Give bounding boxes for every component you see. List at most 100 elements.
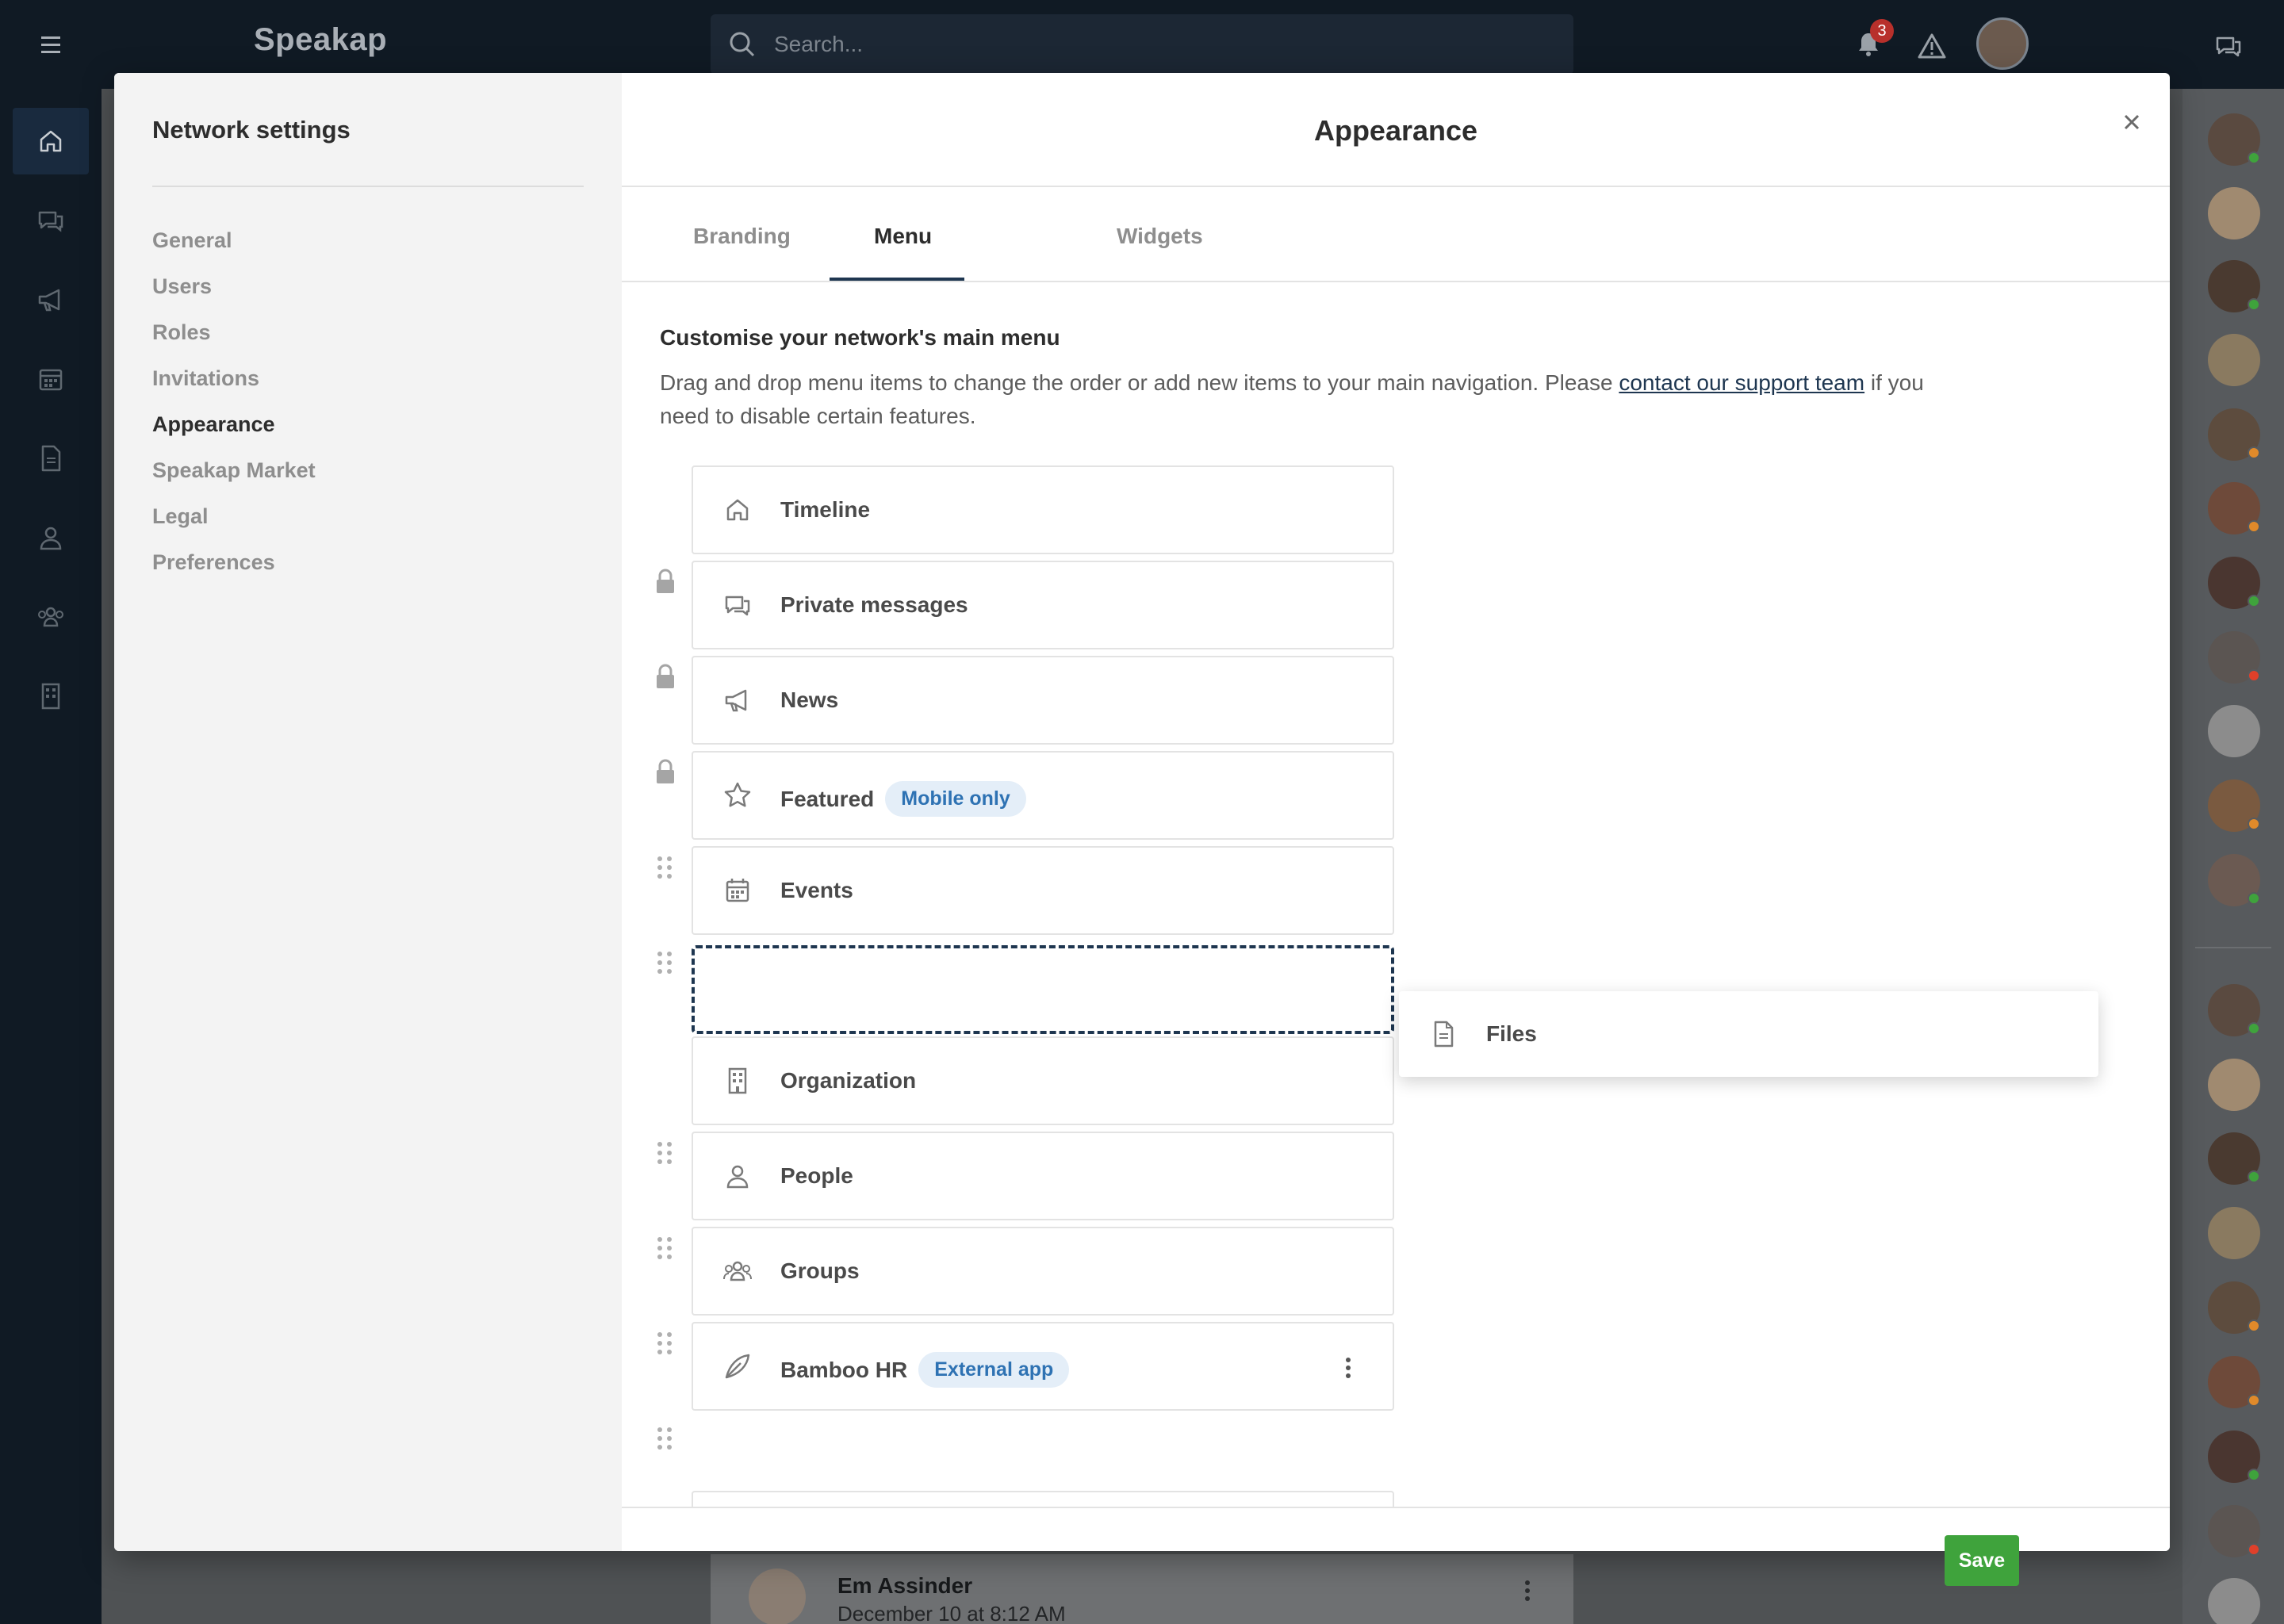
tab-branding[interactable]: Branding [693,224,791,249]
nav-item-appearance[interactable]: Appearance [152,412,275,437]
nav-item-speakap-market[interactable]: Speakap Market [152,458,316,483]
menu-item-label: News [780,688,839,712]
tab-widgets[interactable]: Widgets [1117,224,1203,249]
menu-item-events[interactable]: Events [692,846,1394,935]
lock-icon [653,758,677,787]
app-logo[interactable]: Speakap [254,22,387,58]
drop-placeholder[interactable] [692,945,1394,1034]
presence-status-dot [2248,1469,2260,1481]
close-icon[interactable] [2113,103,2151,141]
post-author-name[interactable]: Em Assinder [837,1573,972,1599]
section-description: Drag and drop menu items to change the o… [660,366,1960,433]
nav-item-general[interactable]: General [152,228,232,253]
person-icon [722,1160,753,1192]
menu-item-bamboo-hr[interactable]: Bamboo HR External app [692,1322,1394,1411]
chat-icon[interactable] [2213,30,2244,62]
drag-handle-icon[interactable] [653,1234,676,1262]
settings-content: Appearance Branding Menu Widgets Customi… [622,73,2170,1551]
messages-icon[interactable] [35,205,67,236]
post-author-avatar[interactable] [749,1568,806,1624]
chat-icon [722,589,753,621]
drag-handle-icon[interactable] [653,853,676,882]
presence-status-dot [2248,1394,2260,1407]
presence-status-dot [2248,1543,2260,1556]
group-icon[interactable] [35,601,67,633]
section-heading: Customise your network's main menu [660,325,1060,350]
menu-item-label: Private messages [780,592,968,617]
presence-status-dot [2248,446,2260,459]
menu-item-partial [692,1491,1394,1507]
menu-item-label-wrap: Bamboo HR External app [780,1352,1070,1389]
presence-status-dot [2248,151,2260,164]
nav-item-users[interactable]: Users [152,274,212,299]
menu-item-people[interactable]: People [692,1132,1394,1220]
tab-menu[interactable]: Menu [874,224,932,249]
mobile-only-badge: Mobile only [885,781,1026,817]
contact-avatar[interactable] [2208,1059,2260,1111]
presence-status-dot [2248,669,2260,682]
nav-item-legal[interactable]: Legal [152,504,209,529]
presence-status-dot [2248,595,2260,607]
notification-count-badge: 3 [1870,19,1894,43]
contact-avatar[interactable] [2208,1207,2260,1259]
building-icon[interactable] [35,680,67,712]
menu-item-timeline[interactable]: Timeline [692,465,1394,554]
user-avatar[interactable] [1976,17,2029,70]
sidebar-title: Network settings [152,116,351,144]
dragging-menu-item-files[interactable]: Files [1399,991,2098,1077]
calendar-icon[interactable] [35,363,67,395]
menu-item-groups[interactable]: Groups [692,1227,1394,1316]
drag-handle-icon[interactable] [653,1139,676,1167]
nav-item-invitations[interactable]: Invitations [152,366,259,391]
presence-status-dot [2248,1022,2260,1035]
contact-avatar[interactable] [2208,334,2260,386]
presence-status-dot [2248,1170,2260,1183]
home-icon [722,494,753,526]
menu-item-featured[interactable]: Featured Mobile only [692,751,1394,840]
contact-avatar[interactable] [2208,1578,2260,1624]
sidebar-divider [152,186,584,187]
modal-footer [622,1508,2170,1551]
drag-handle-icon[interactable] [653,1329,676,1358]
menu-item-label: Files [1486,1021,1537,1046]
drag-handle-icon[interactable] [653,948,676,977]
presence-status-dot [2248,520,2260,533]
star-icon [722,779,753,811]
contact-avatar[interactable] [2208,705,2260,757]
menu-item-news[interactable]: News [692,656,1394,745]
menu-item-label: Timeline [780,497,871,522]
drag-handle-icon[interactable] [653,1424,676,1453]
nav-item-roles[interactable]: Roles [152,320,211,345]
file-icon [1428,1018,1459,1050]
post-date: December 10 at 8:12 AM [837,1602,1066,1624]
person-icon[interactable] [35,522,67,553]
support-team-link[interactable]: contact our support team [1619,370,1864,395]
post-kebab-icon[interactable] [1523,1576,1532,1605]
page-title: Appearance [1313,114,1478,147]
home-icon[interactable] [35,125,67,157]
menu-item-private-messages[interactable]: Private messages [692,561,1394,649]
contact-avatar[interactable] [2208,187,2260,239]
presence-status-dot [2248,892,2260,905]
search-icon [726,29,758,60]
file-icon[interactable] [35,442,67,474]
menu-item-label-wrap: Featured Mobile only [780,781,1026,818]
left-navigation-rail [0,89,102,1624]
menu-item-organization[interactable]: Organization [692,1036,1394,1125]
menu-item-label: People [780,1163,853,1188]
more-options-icon[interactable] [1343,1354,1353,1382]
warning-icon[interactable] [1916,30,1948,62]
hamburger-menu-icon[interactable] [32,29,70,60]
menu-item-label: Organization [780,1068,917,1093]
presence-status-dot [2248,818,2260,830]
nav-item-preferences[interactable]: Preferences [152,550,275,575]
group-icon [722,1255,753,1287]
save-button[interactable]: Save [1945,1535,2019,1586]
menu-item-label: Bamboo HR [780,1358,908,1382]
menu-item-label: Groups [780,1258,860,1283]
lock-icon [653,568,677,596]
search-input[interactable]: Search... [711,14,1573,75]
leaf-icon [722,1350,753,1382]
menu-item-label: Events [780,878,853,902]
megaphone-icon[interactable] [35,284,67,316]
